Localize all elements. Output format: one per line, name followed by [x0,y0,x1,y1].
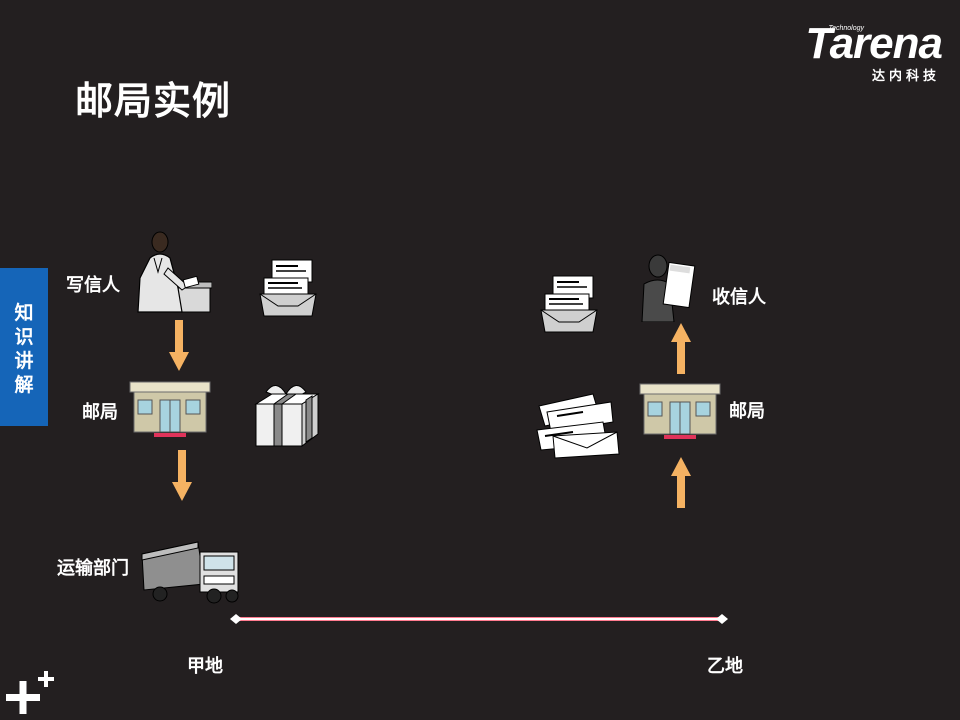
post-office-right-label: 邮局 [729,401,765,422]
logo-cn-name: 达内科技 [871,69,940,84]
reader-icon [641,254,696,322]
side-tab-char: 知 [14,302,34,324]
place-b-label: 乙地 [707,656,743,677]
side-tab-char: 解 [14,374,34,396]
up-arrow-icon [671,457,691,508]
plus-icon [6,671,54,714]
route-line [230,614,728,624]
logo-brand: Tarena [805,19,943,68]
writer-icon [137,231,212,313]
side-tab: 知 识 讲 解 [0,268,48,426]
post-office-building-icon [639,383,721,439]
page-title: 邮局实例 [75,79,232,123]
gift-box-icon [254,385,320,447]
side-tab-char: 讲 [14,350,34,372]
letter-tray-icon [540,275,598,333]
post-office-building-icon [129,381,211,437]
post-office-left-label: 邮局 [82,402,118,423]
letter-tray-icon [259,259,317,317]
letters-pile-icon [536,393,620,459]
tarena-logo: Technology Tarena 达内科技 [780,19,943,85]
side-tab-char: 识 [14,326,34,348]
up-arrow-icon [671,323,691,374]
down-arrow-icon [172,450,192,501]
transport-label: 运输部门 [57,558,129,579]
place-a-label: 甲地 [187,656,223,677]
truck-icon [141,541,239,604]
receiver-label: 收信人 [712,287,766,308]
sender-label: 写信人 [66,275,120,296]
down-arrow-icon [169,320,189,371]
